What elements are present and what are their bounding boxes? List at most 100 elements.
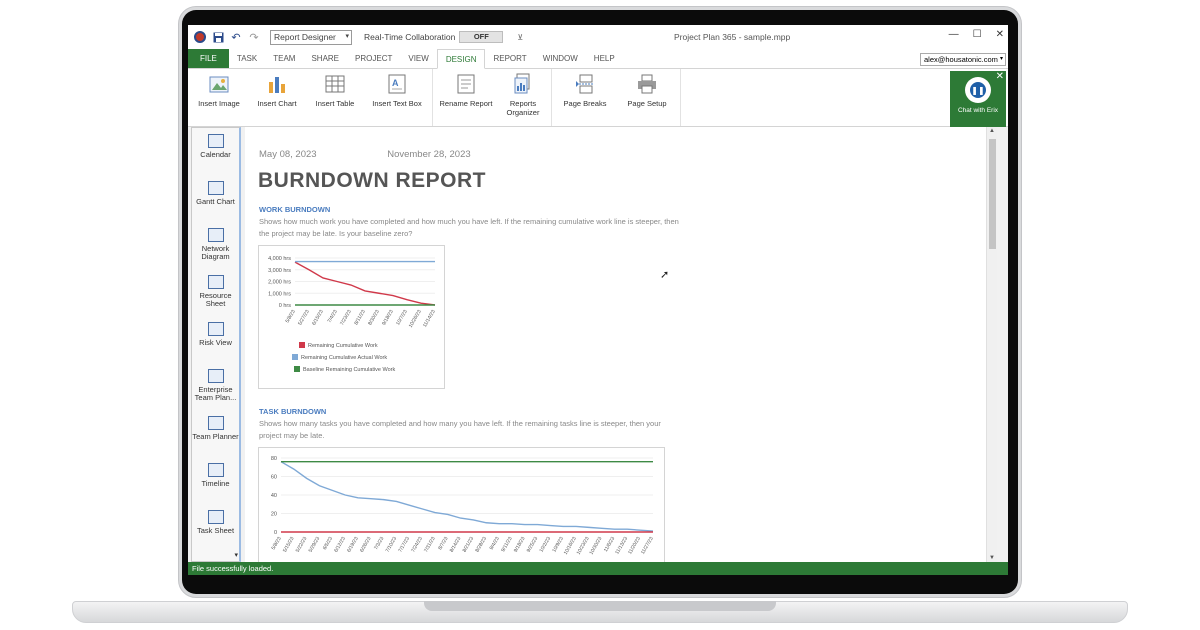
legend-label: Remaining Cumulative Work bbox=[308, 343, 378, 349]
x-tick-label: 8/28/23 bbox=[474, 536, 488, 554]
insert-chart-button[interactable]: Insert Chart bbox=[248, 69, 306, 126]
x-tick-label: 11/14/23 bbox=[422, 309, 437, 329]
view-select[interactable]: Report Designer ▾ bbox=[270, 29, 352, 45]
start-date: May 08, 2023 bbox=[259, 149, 317, 160]
x-tick-label: 6/26/23 bbox=[359, 536, 373, 554]
mouse-cursor-icon: ➚ bbox=[660, 269, 670, 281]
x-tick-label: 5/8/23 bbox=[271, 536, 283, 551]
insert-table-button[interactable]: Insert Table bbox=[306, 69, 364, 126]
ribbon-group-report: Rename Report Reports Organizer bbox=[433, 69, 552, 126]
x-tick-label: 7/3/23 bbox=[373, 536, 385, 551]
vertical-scrollbar[interactable]: ▲ ▼ bbox=[986, 127, 997, 562]
calendar-icon bbox=[207, 134, 224, 148]
tab-team[interactable]: TEAM bbox=[265, 49, 303, 68]
ribbon-group-insert: Insert Image Insert Chart Insert Table A… bbox=[188, 69, 433, 126]
view-risk-view[interactable]: Risk View bbox=[192, 316, 239, 363]
view-resource-sheet[interactable]: Resource Sheet bbox=[192, 269, 239, 316]
y-tick-label: 4,000 hrs bbox=[268, 256, 291, 262]
series-line bbox=[280, 461, 654, 532]
x-tick-label: 8/11/23 bbox=[353, 309, 366, 326]
x-tick-label: 8/30/23 bbox=[367, 309, 381, 327]
status-bar: File successfully loaded. bbox=[188, 562, 1008, 575]
ribbon: Insert Image Insert Chart Insert Table A… bbox=[188, 69, 1008, 127]
maximize-button[interactable]: ☐ bbox=[973, 29, 982, 40]
rename-report-label: Rename Report bbox=[439, 99, 493, 108]
tab-task[interactable]: TASK bbox=[229, 49, 265, 68]
x-tick-label: 6/5/23 bbox=[322, 536, 334, 551]
pin-icon[interactable]: ⊻ bbox=[517, 33, 523, 42]
x-tick-label: 7/31/23 bbox=[423, 536, 437, 554]
view-timeline[interactable]: Timeline bbox=[192, 457, 239, 504]
reports-organizer-label: Reports Organizer bbox=[506, 99, 540, 117]
gantt-icon bbox=[207, 181, 224, 195]
save-icon[interactable] bbox=[210, 29, 226, 45]
x-tick-label: 6/15/23 bbox=[311, 309, 325, 327]
legend-swatch bbox=[292, 354, 298, 360]
chevron-down-icon: ▾ bbox=[345, 32, 349, 40]
chat-label: Chat with Erix bbox=[957, 107, 999, 114]
tab-design[interactable]: DESIGN bbox=[436, 49, 486, 69]
tab-window[interactable]: WINDOW bbox=[535, 49, 586, 68]
close-icon[interactable]: ✕ bbox=[996, 71, 1004, 82]
y-tick-label: 3,000 hrs bbox=[268, 268, 291, 274]
y-tick-label: 20 bbox=[271, 512, 277, 518]
insert-text-box-button[interactable]: A Insert Text Box bbox=[364, 69, 430, 126]
x-tick-label: 11/27/23 bbox=[640, 536, 655, 556]
y-tick-label: 1,000 hrs bbox=[268, 291, 291, 297]
reports-organizer-button[interactable]: Reports Organizer bbox=[497, 69, 549, 126]
close-button[interactable]: ✕ bbox=[996, 29, 1004, 40]
view-network-diagram[interactable]: Network Diagram bbox=[192, 222, 239, 269]
redo-icon[interactable]: ↷ bbox=[246, 29, 262, 45]
ribbon-tabs: FILE TASK TEAM SHARE PROJECT VIEW DESIGN… bbox=[188, 49, 1008, 69]
legend-label: Remaining Cumulative Actual Work bbox=[301, 355, 387, 361]
view-select-value: Report Designer bbox=[274, 31, 336, 42]
chat-bubble-icon: ❚❚ bbox=[965, 77, 991, 103]
view-enterprise-team-planner[interactable]: Enterprise Team Plan... bbox=[192, 363, 239, 410]
insert-chart-label: Insert Chart bbox=[257, 99, 297, 108]
title-bar: ↶ ↷ Report Designer ▾ Real-Time Collabor… bbox=[188, 25, 1008, 49]
series-line bbox=[294, 261, 436, 306]
network-icon bbox=[207, 228, 224, 242]
svg-text:A: A bbox=[392, 78, 399, 88]
collab-label: Real-Time Collaboration bbox=[364, 32, 456, 42]
text-box-icon: A bbox=[386, 73, 408, 95]
scroll-down-icon[interactable]: ▾ bbox=[234, 551, 238, 559]
undo-icon[interactable]: ↶ bbox=[228, 29, 244, 45]
view-gantt-chart[interactable]: Gantt Chart bbox=[192, 175, 239, 222]
task-burndown-title: TASK BURNDOWN bbox=[259, 407, 327, 416]
page-breaks-button[interactable]: Page Breaks bbox=[554, 69, 616, 126]
insert-table-label: Insert Table bbox=[315, 99, 355, 108]
rename-report-button[interactable]: Rename Report bbox=[435, 69, 497, 126]
collab-toggle[interactable]: OFF bbox=[459, 31, 504, 43]
scroll-down-icon[interactable]: ▼ bbox=[989, 555, 995, 561]
legend-swatch bbox=[299, 342, 305, 348]
account-select[interactable]: alex@housatonic.com ▾ bbox=[920, 53, 1006, 66]
insert-image-button[interactable]: Insert Image bbox=[190, 69, 248, 126]
page-setup-button[interactable]: Page Setup bbox=[616, 69, 678, 126]
tab-help[interactable]: HELP bbox=[586, 49, 623, 68]
laptop-notch bbox=[424, 601, 776, 611]
scrollbar-thumb[interactable] bbox=[989, 139, 996, 249]
legend-label: Baseline Remaining Cumulative Work bbox=[303, 367, 395, 373]
view-calendar[interactable]: Calendar bbox=[192, 128, 239, 175]
view-task-sheet[interactable]: Task Sheet bbox=[192, 504, 239, 551]
work-burndown-title: WORK BURNDOWN bbox=[259, 205, 331, 214]
tab-project[interactable]: PROJECT bbox=[347, 49, 400, 68]
view-label: Gantt Chart bbox=[196, 197, 235, 206]
view-team-planner[interactable]: Team Planner bbox=[192, 410, 239, 457]
task-sheet-icon bbox=[207, 510, 224, 524]
x-tick-label: 10/7/23 bbox=[395, 309, 409, 327]
chat-widget[interactable]: ✕ ❚❚ Chat with Erix bbox=[950, 71, 1006, 127]
tab-view[interactable]: VIEW bbox=[400, 49, 436, 68]
rename-icon bbox=[455, 73, 477, 95]
timeline-icon bbox=[207, 463, 224, 477]
risk-icon bbox=[207, 322, 224, 336]
chevron-down-icon: ▾ bbox=[999, 56, 1003, 62]
app-logo-icon[interactable] bbox=[192, 29, 208, 45]
tab-file[interactable]: FILE bbox=[188, 49, 229, 68]
view-label: Risk View bbox=[199, 338, 232, 347]
tab-report[interactable]: REPORT bbox=[485, 49, 534, 68]
tab-share[interactable]: SHARE bbox=[303, 49, 347, 68]
minimize-button[interactable]: — bbox=[949, 29, 959, 40]
scroll-up-icon[interactable]: ▲ bbox=[989, 128, 995, 134]
